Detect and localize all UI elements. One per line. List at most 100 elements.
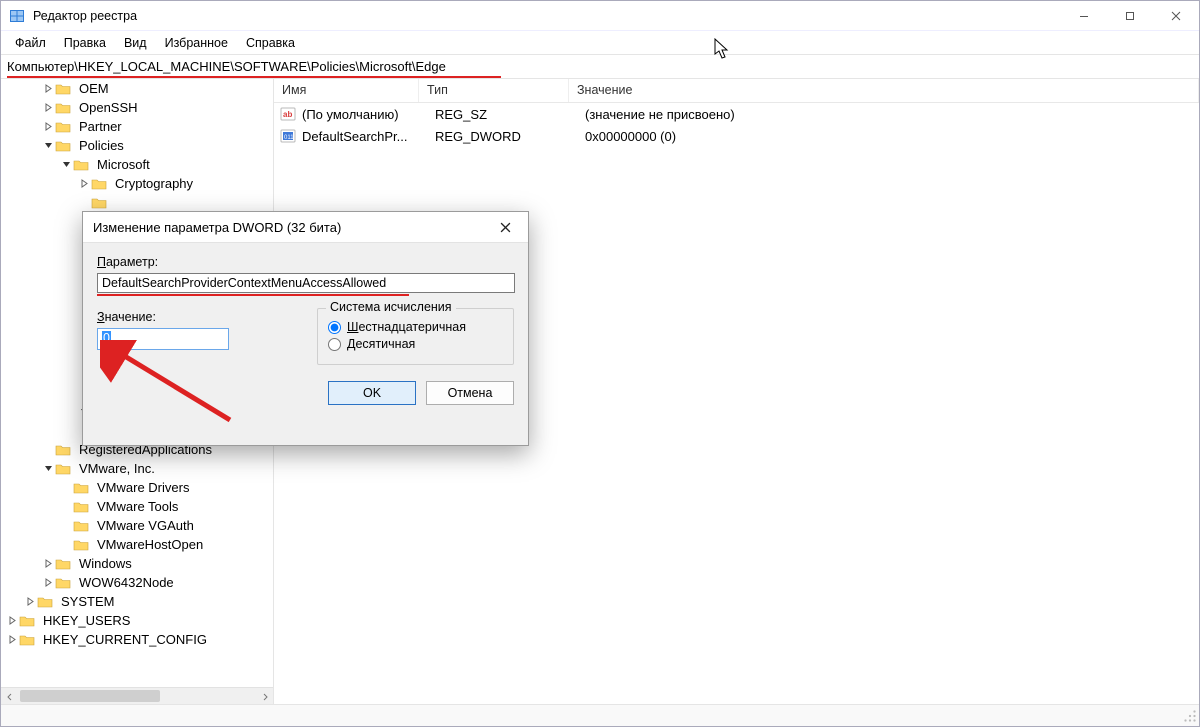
folder-icon: [55, 442, 71, 458]
menu-help[interactable]: Справка: [238, 33, 303, 53]
chevron-right-icon[interactable]: [41, 82, 55, 96]
tree-label[interactable]: SYSTEM: [57, 592, 118, 611]
param-name-field[interactable]: [97, 273, 515, 293]
edit-dword-dialog: Изменение параметра DWORD (32 бита) Пара…: [82, 211, 529, 446]
chevron-right-icon[interactable]: [5, 614, 19, 628]
tree-label[interactable]: Policies: [75, 136, 128, 155]
tree-spacer: [59, 481, 73, 495]
value-row[interactable]: ab(По умолчанию)REG_SZ(значение не присв…: [274, 103, 1199, 125]
tree-spacer: [59, 519, 73, 533]
menu-favorites[interactable]: Избранное: [157, 33, 236, 53]
value-row[interactable]: 011DefaultSearchPr...REG_DWORD0x00000000…: [274, 125, 1199, 147]
tree-label[interactable]: Microsoft: [93, 155, 154, 174]
tree-label[interactable]: VMware VGAuth: [93, 516, 198, 535]
scroll-track[interactable]: [18, 688, 256, 704]
titlebar[interactable]: Редактор реестра: [1, 1, 1199, 31]
base-group-label: Система исчисления: [326, 300, 456, 314]
scroll-right-button[interactable]: [256, 688, 273, 704]
chevron-right-icon[interactable]: [41, 576, 55, 590]
tree-label[interactable]: OEM: [75, 79, 113, 98]
folder-icon: [73, 518, 89, 534]
chevron-right-icon[interactable]: [41, 101, 55, 115]
tree-node[interactable]: VMware VGAuth: [1, 516, 273, 535]
menu-edit[interactable]: Правка: [56, 33, 114, 53]
menu-file[interactable]: Файл: [7, 33, 54, 53]
tree-hscrollbar[interactable]: [1, 687, 273, 704]
address-path[interactable]: Компьютер\HKEY_LOCAL_MACHINE\SOFTWARE\Po…: [7, 59, 446, 74]
address-bar[interactable]: Компьютер\HKEY_LOCAL_MACHINE\SOFTWARE\Po…: [1, 55, 1199, 79]
base-group: Система исчисления Шестнадцатеричная Дес…: [317, 308, 514, 365]
param-label: Параметр:: [97, 255, 514, 269]
svg-text:ab: ab: [283, 110, 292, 119]
chevron-right-icon[interactable]: [77, 177, 91, 191]
radio-dec-input[interactable]: [328, 338, 341, 351]
value-name: (По умолчанию): [302, 107, 435, 122]
folder-icon: [73, 480, 89, 496]
size-grip-icon[interactable]: [1181, 707, 1199, 725]
dialog-titlebar[interactable]: Изменение параметра DWORD (32 бита): [83, 212, 528, 242]
tree-label[interactable]: Windows: [75, 554, 136, 573]
col-name[interactable]: Имя: [274, 79, 419, 102]
tree-node[interactable]: Cryptography: [1, 174, 273, 193]
close-button[interactable]: [1153, 1, 1199, 31]
tree-spacer: [59, 538, 73, 552]
menu-view[interactable]: Вид: [116, 33, 155, 53]
tree-label[interactable]: Cryptography: [111, 174, 197, 193]
annotation-underline-param: [97, 294, 409, 296]
chevron-down-icon[interactable]: [59, 158, 73, 172]
col-value[interactable]: Значение: [569, 79, 1199, 102]
tree-label[interactable]: Partner: [75, 117, 126, 136]
folder-icon: [73, 157, 89, 173]
app-icon: [9, 8, 25, 24]
tree-node[interactable]: Microsoft: [1, 155, 273, 174]
radio-hex[interactable]: Шестнадцатеричная: [328, 320, 503, 334]
tree-label[interactable]: VMware Tools: [93, 497, 182, 516]
tree-node[interactable]: OpenSSH: [1, 98, 273, 117]
scroll-thumb[interactable]: [20, 690, 160, 702]
col-type[interactable]: Тип: [419, 79, 569, 102]
chevron-right-icon[interactable]: [41, 120, 55, 134]
minimize-button[interactable]: [1061, 1, 1107, 31]
dialog-close-button[interactable]: [492, 214, 518, 240]
tree-label[interactable]: VMwareHostOpen: [93, 535, 207, 554]
column-headers[interactable]: Имя Тип Значение: [274, 79, 1199, 103]
tree-label[interactable]: VMware Drivers: [93, 478, 193, 497]
tree-node[interactable]: VMware Drivers: [1, 478, 273, 497]
chevron-right-icon[interactable]: [23, 595, 37, 609]
window-title: Редактор реестра: [33, 9, 137, 23]
tree-label[interactable]: OpenSSH: [75, 98, 142, 117]
maximize-button[interactable]: [1107, 1, 1153, 31]
tree-node[interactable]: Windows: [1, 554, 273, 573]
ok-button[interactable]: OK: [328, 381, 416, 405]
tree-label[interactable]: VMware, Inc.: [75, 459, 159, 478]
tree-node[interactable]: Policies: [1, 136, 273, 155]
value-data-field[interactable]: 0: [97, 328, 229, 350]
tree-node[interactable]: OEM: [1, 79, 273, 98]
tree-label[interactable]: HKEY_USERS: [39, 611, 134, 630]
svg-text:011: 011: [284, 135, 294, 141]
tree-label[interactable]: WOW6432Node: [75, 573, 178, 592]
tree-node[interactable]: HKEY_USERS: [1, 611, 273, 630]
folder-icon: [55, 556, 71, 572]
scroll-left-button[interactable]: [1, 688, 18, 704]
tree-node[interactable]: VMware Tools: [1, 497, 273, 516]
folder-icon: [55, 575, 71, 591]
chevron-right-icon[interactable]: [5, 633, 19, 647]
tree-node[interactable]: Partner: [1, 117, 273, 136]
chevron-down-icon[interactable]: [41, 139, 55, 153]
radio-hex-input[interactable]: [328, 321, 341, 334]
folder-icon: [73, 499, 89, 515]
reg-dword-icon: 011: [280, 128, 296, 144]
tree-node[interactable]: VMwareHostOpen: [1, 535, 273, 554]
tree-node[interactable]: [1, 193, 273, 212]
chevron-down-icon[interactable]: [41, 462, 55, 476]
cancel-button[interactable]: Отмена: [426, 381, 514, 405]
tree-node[interactable]: WOW6432Node: [1, 573, 273, 592]
tree-node[interactable]: SYSTEM: [1, 592, 273, 611]
tree-label[interactable]: [111, 201, 119, 205]
tree-label[interactable]: HKEY_CURRENT_CONFIG: [39, 630, 211, 649]
tree-node[interactable]: HKEY_CURRENT_CONFIG: [1, 630, 273, 649]
chevron-right-icon[interactable]: [41, 557, 55, 571]
tree-node[interactable]: VMware, Inc.: [1, 459, 273, 478]
radio-dec[interactable]: Десятичная: [328, 337, 503, 351]
